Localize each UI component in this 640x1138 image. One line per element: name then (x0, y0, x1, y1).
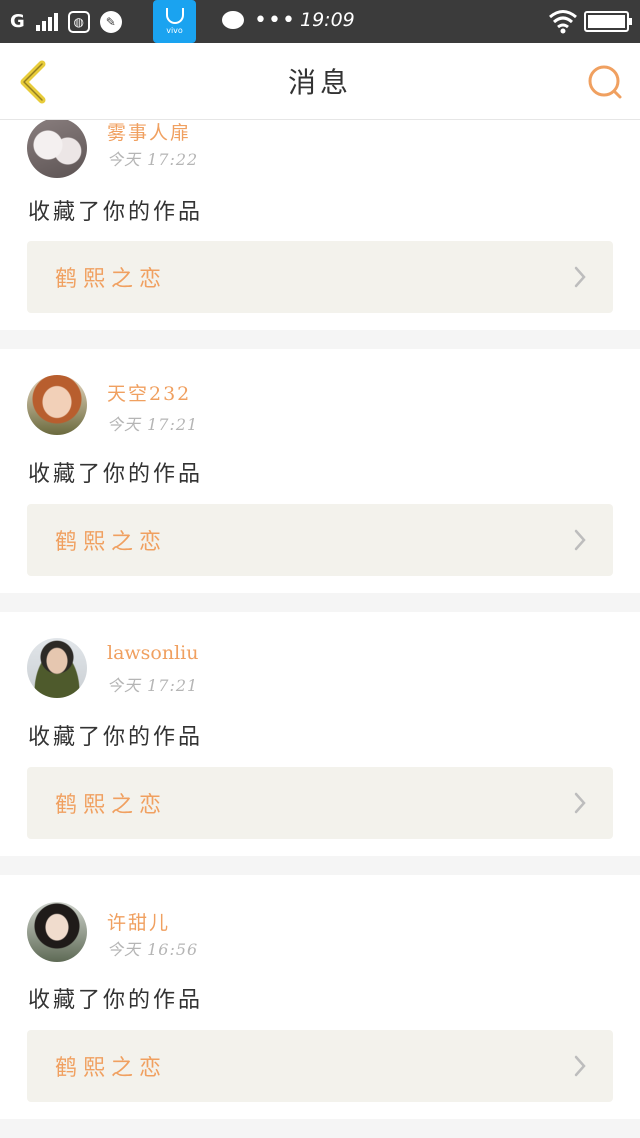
chevron-right-icon (574, 1055, 586, 1077)
username[interactable]: 天空232 (107, 379, 191, 406)
avatar[interactable] (27, 375, 87, 435)
work-title: 鹤熙之恋 (55, 793, 168, 818)
work-link[interactable]: 鹤熙之恋 (27, 767, 613, 839)
chat-icon (222, 11, 244, 29)
carrier-label: G (10, 11, 26, 32)
signal-icon (35, 12, 58, 31)
work-title: 鹤熙之恋 (55, 1056, 168, 1081)
message-card: 天空232 今天 17:21 收藏了你的作品 鹤熙之恋 (0, 349, 640, 593)
clock: 19:09 (300, 9, 355, 31)
search-button[interactable] (586, 63, 624, 101)
chevron-right-icon (574, 266, 586, 288)
back-button[interactable] (16, 59, 50, 105)
message-card: lawsonliu 今天 17:21 收藏了你的作品 鹤熙之恋 (0, 612, 640, 856)
message-list[interactable]: 雾事人扉 今天 17:22 收藏了你的作品 鹤熙之恋 天空232 今天 17:2… (0, 120, 640, 1138)
avatar[interactable] (27, 120, 87, 178)
timestamp: 今天 17:22 (107, 150, 199, 169)
username[interactable]: lawsonliu (107, 642, 198, 664)
timestamp: 今天 16:56 (107, 940, 199, 959)
work-link[interactable]: 鹤熙之恋 (27, 1030, 613, 1102)
work-link[interactable]: 鹤熙之恋 (27, 241, 613, 313)
action-text: 收藏了你的作品 (28, 200, 204, 225)
work-link[interactable]: 鹤熙之恋 (27, 504, 613, 576)
palette-icon: ✎ (99, 10, 122, 33)
work-title: 鹤熙之恋 (55, 267, 168, 292)
battery-icon (584, 11, 632, 32)
message-card: 许甜儿 今天 16:56 收藏了你的作品 鹤熙之恋 (0, 875, 640, 1119)
username[interactable]: 许甜儿 (107, 908, 170, 935)
more-notifications-icon: ••• (254, 8, 296, 33)
chevron-right-icon (574, 792, 586, 814)
work-title: 鹤熙之恋 (55, 530, 168, 555)
avatar[interactable] (27, 638, 87, 698)
nav-bar: 消息 (0, 43, 640, 120)
timestamp: 今天 17:21 (107, 676, 199, 695)
chevron-right-icon (574, 529, 586, 551)
action-text: 收藏了你的作品 (28, 462, 204, 487)
action-text: 收藏了你的作品 (28, 725, 204, 750)
page-title: 消息 (287, 66, 352, 99)
avatar[interactable] (27, 902, 87, 962)
timestamp: 今天 17:21 (107, 415, 199, 434)
action-text: 收藏了你的作品 (28, 988, 204, 1013)
app-store-icon-label: vivo (166, 26, 183, 35)
wifi-icon (549, 10, 577, 34)
globe-icon: ◍ (67, 10, 90, 33)
app-store-icon: vivo (153, 0, 196, 43)
status-bar: G ◍ ✎ vivo ••• 19:09 (0, 0, 640, 43)
message-card: 雾事人扉 今天 17:22 收藏了你的作品 鹤熙之恋 (0, 120, 640, 330)
username[interactable]: 雾事人扉 (107, 120, 191, 145)
